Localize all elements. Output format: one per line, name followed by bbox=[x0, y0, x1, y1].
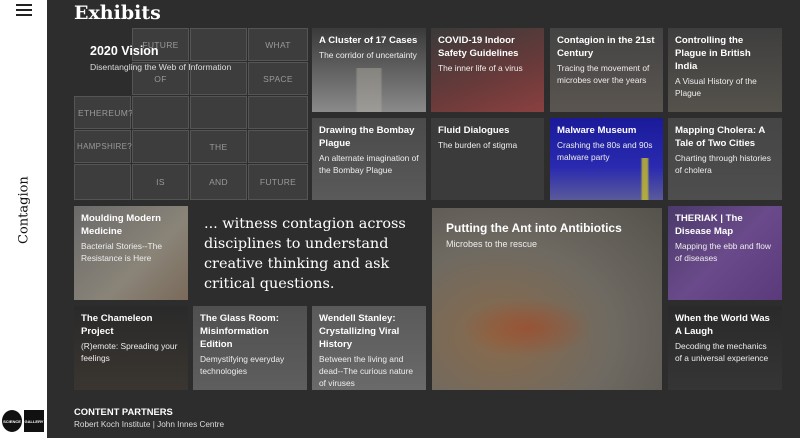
section-label: Contagion bbox=[16, 176, 32, 244]
card-title: Malware Museum bbox=[557, 125, 637, 136]
card-title: The Chameleon Project bbox=[81, 313, 153, 337]
exhibit-card-drawing-bombay-plague[interactable]: Drawing the Bombay Plague An alternate im… bbox=[312, 118, 426, 200]
exhibit-card-contagion-21st-century[interactable]: Contagion in the 21st Century Tracing the… bbox=[550, 28, 663, 112]
exhibit-card-moulding-modern-medicine[interactable]: Moulding Modern Medicine Bacterial Storie… bbox=[74, 206, 188, 300]
exhibit-card-when-world-was-a-laugh[interactable]: When the World Was A Laugh Decoding the m… bbox=[668, 306, 782, 390]
grid-cell bbox=[248, 130, 308, 163]
card-title: Fluid Dialogues bbox=[438, 125, 510, 136]
intro-quote: ... witness contagion across disciplines… bbox=[204, 216, 406, 292]
page-title: Exhibits bbox=[74, 2, 161, 24]
exhibit-card-cluster-17-cases[interactable]: A Cluster of 17 Cases The corridor of unc… bbox=[312, 28, 426, 112]
exhibit-card-controlling-plague[interactable]: Controlling the Plague in British India A… bbox=[668, 28, 782, 112]
partners-heading: CONTENT PARTNERS bbox=[74, 406, 173, 417]
card-subtitle: The corridor of uncertainty bbox=[319, 50, 417, 60]
card-title: Mapping Cholera: A Tale of Two Cities bbox=[675, 125, 765, 149]
card-title: Drawing the Bombay Plague bbox=[319, 125, 415, 149]
card-subtitle: (R)emote: Spreading your feelings bbox=[81, 341, 178, 363]
card-title: THERIAK | The Disease Map bbox=[675, 213, 743, 237]
card-title: A Cluster of 17 Cases bbox=[319, 35, 418, 46]
logo-right: GALLERY bbox=[24, 410, 44, 432]
partners-names: Robert Koch Institute | John Innes Centr… bbox=[74, 420, 225, 429]
exhibit-card-glass-room[interactable]: The Glass Room: Misinformation Edition De… bbox=[193, 306, 307, 390]
grid-cell bbox=[132, 130, 189, 163]
card-subtitle: Microbes to the rescue bbox=[446, 239, 538, 249]
card-subtitle: Mapping the ebb and flow of diseases bbox=[675, 241, 771, 263]
card-subtitle: Demystifying everyday technologies bbox=[200, 354, 285, 376]
menu-icon[interactable] bbox=[16, 4, 32, 16]
exhibit-card-malware-museum[interactable]: Malware Museum Crashing the 80s and 90s m… bbox=[550, 118, 663, 200]
card-subtitle: Crashing the 80s and 90s malware party bbox=[557, 140, 653, 162]
content-partners: CONTENT PARTNERS Robert Koch Institute |… bbox=[74, 406, 224, 429]
grid-cell bbox=[74, 164, 131, 200]
card-title: When the World Was A Laugh bbox=[675, 313, 770, 337]
grid-cell: HAMPSHIRE? bbox=[74, 130, 132, 163]
exhibit-card-wendell-stanley[interactable]: Wendell Stanley: Crystallizing Viral His… bbox=[312, 306, 426, 390]
science-gallery-logo[interactable]: SCIENCE GALLERY bbox=[2, 410, 44, 432]
card-subtitle: Disentangling the Web of Information bbox=[90, 62, 232, 72]
exhibit-card-fluid-dialogues[interactable]: Fluid Dialogues The burden of stigma bbox=[431, 118, 544, 200]
card-subtitle: The burden of stigma bbox=[438, 140, 518, 150]
card-subtitle: Between the living and dead--The curious… bbox=[319, 354, 414, 388]
grid-cell bbox=[190, 96, 247, 129]
card-title: Wendell Stanley: Crystallizing Viral His… bbox=[319, 313, 400, 350]
sidebar: Contagion SCIENCE GALLERY bbox=[0, 0, 47, 438]
grid-cell: SPACE bbox=[248, 62, 308, 95]
grid-cell: FUTURE bbox=[248, 164, 308, 200]
card-subtitle: Bacterial Stories--The Resistance is Her… bbox=[81, 241, 162, 263]
card-title: The Glass Room: Misinformation Edition bbox=[200, 313, 279, 350]
card-title: Contagion in the 21st Century bbox=[557, 35, 655, 59]
card-subtitle: Decoding the mechanics of a universal ex… bbox=[675, 341, 769, 363]
card-subtitle: An alternate imagination of the Bombay P… bbox=[319, 153, 419, 175]
grid-cell: IS bbox=[132, 164, 189, 200]
grid-cell: AND bbox=[190, 164, 247, 200]
card-subtitle: Charting through histories of cholera bbox=[675, 153, 771, 175]
card-title: 2020 Vision bbox=[90, 44, 159, 58]
card-title: COVID-19 Indoor Safety Guidelines bbox=[438, 35, 519, 59]
exhibit-card-theriak[interactable]: THERIAK | The Disease Map Mapping the ebb… bbox=[668, 206, 782, 300]
grid-cell bbox=[248, 96, 308, 129]
exhibit-card-chameleon-project[interactable]: The Chameleon Project (R)emote: Spreading… bbox=[74, 306, 188, 390]
card-subtitle: The inner life of a virus bbox=[438, 63, 523, 73]
logo-left: SCIENCE bbox=[2, 410, 22, 432]
exhibit-card-covid-19-guidelines[interactable]: COVID-19 Indoor Safety Guidelines The inn… bbox=[431, 28, 544, 112]
card-title: Moulding Modern Medicine bbox=[81, 213, 161, 237]
card-subtitle: A Visual History of the Plague bbox=[675, 76, 757, 98]
grid-cell bbox=[190, 28, 247, 61]
grid-cell bbox=[132, 96, 189, 129]
grid-cell: ETHEREUM? bbox=[74, 96, 133, 129]
card-subtitle: Tracing the movement of microbes over th… bbox=[557, 63, 650, 85]
card-title: Controlling the Plague in British India bbox=[675, 35, 751, 72]
grid-cell: WHAT bbox=[248, 28, 308, 61]
exhibit-card-putting-ant-into-antibiotics[interactable]: Putting the Ant into Antibiotics Microbe… bbox=[432, 208, 662, 390]
card-title: Putting the Ant into Antibiotics bbox=[446, 221, 622, 235]
grid-cell: THE bbox=[190, 130, 247, 163]
exhibit-card-2020-vision[interactable]: FUTURE WHAT OF SPACE ETHEREUM? HAMPSHIRE… bbox=[74, 28, 308, 200]
exhibit-card-mapping-cholera[interactable]: Mapping Cholera: A Tale of Two Cities Cha… bbox=[668, 118, 782, 200]
